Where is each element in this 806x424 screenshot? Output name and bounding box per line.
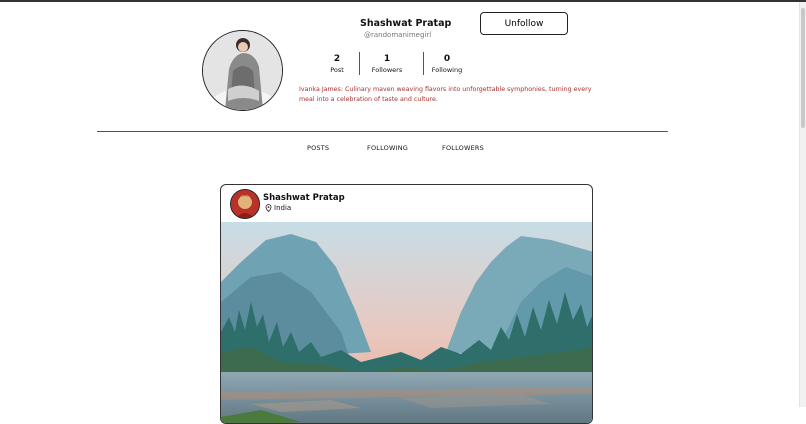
stat-divider xyxy=(359,52,360,75)
top-border xyxy=(0,0,806,2)
tab-posts[interactable]: POSTS xyxy=(307,144,329,152)
post-image[interactable] xyxy=(221,222,592,423)
page-scrollbar[interactable] xyxy=(799,2,806,407)
stat-following[interactable]: 0 Following xyxy=(430,54,464,74)
tab-following[interactable]: FOLLOWING xyxy=(367,144,408,152)
stat-posts-value: 2 xyxy=(333,54,341,64)
stat-following-value: 0 xyxy=(443,54,451,64)
profile-avatar xyxy=(202,30,283,111)
stat-posts-label: Post xyxy=(330,66,344,74)
tab-followers[interactable]: FOLLOWERS xyxy=(442,144,484,152)
profile-name: Shashwat Pratap xyxy=(360,18,452,29)
scrollbar-thumb[interactable] xyxy=(801,8,805,128)
stat-followers-value: 1 xyxy=(383,54,391,64)
stat-divider xyxy=(423,52,424,75)
stat-followers[interactable]: 1 Followers xyxy=(370,54,404,74)
stat-posts[interactable]: 2 Post xyxy=(326,54,348,74)
post-card: Shashwat Pratap India xyxy=(220,184,593,424)
post-header: Shashwat Pratap India xyxy=(221,185,592,223)
unfollow-button[interactable]: Unfollow xyxy=(480,12,568,35)
post-user-avatar[interactable] xyxy=(230,189,260,219)
profile-handle: @randomanimegirl xyxy=(364,31,432,39)
stat-followers-label: Followers xyxy=(371,66,403,74)
stat-following-label: Following xyxy=(431,66,463,74)
post-user-name[interactable]: Shashwat Pratap xyxy=(263,193,345,203)
post-location-label: India xyxy=(274,204,292,212)
profile-bio: Ivanka James: Culinary maven weaving fla… xyxy=(299,86,592,103)
post-location: India xyxy=(265,204,291,212)
map-pin-icon xyxy=(265,204,272,212)
section-divider xyxy=(97,131,668,132)
